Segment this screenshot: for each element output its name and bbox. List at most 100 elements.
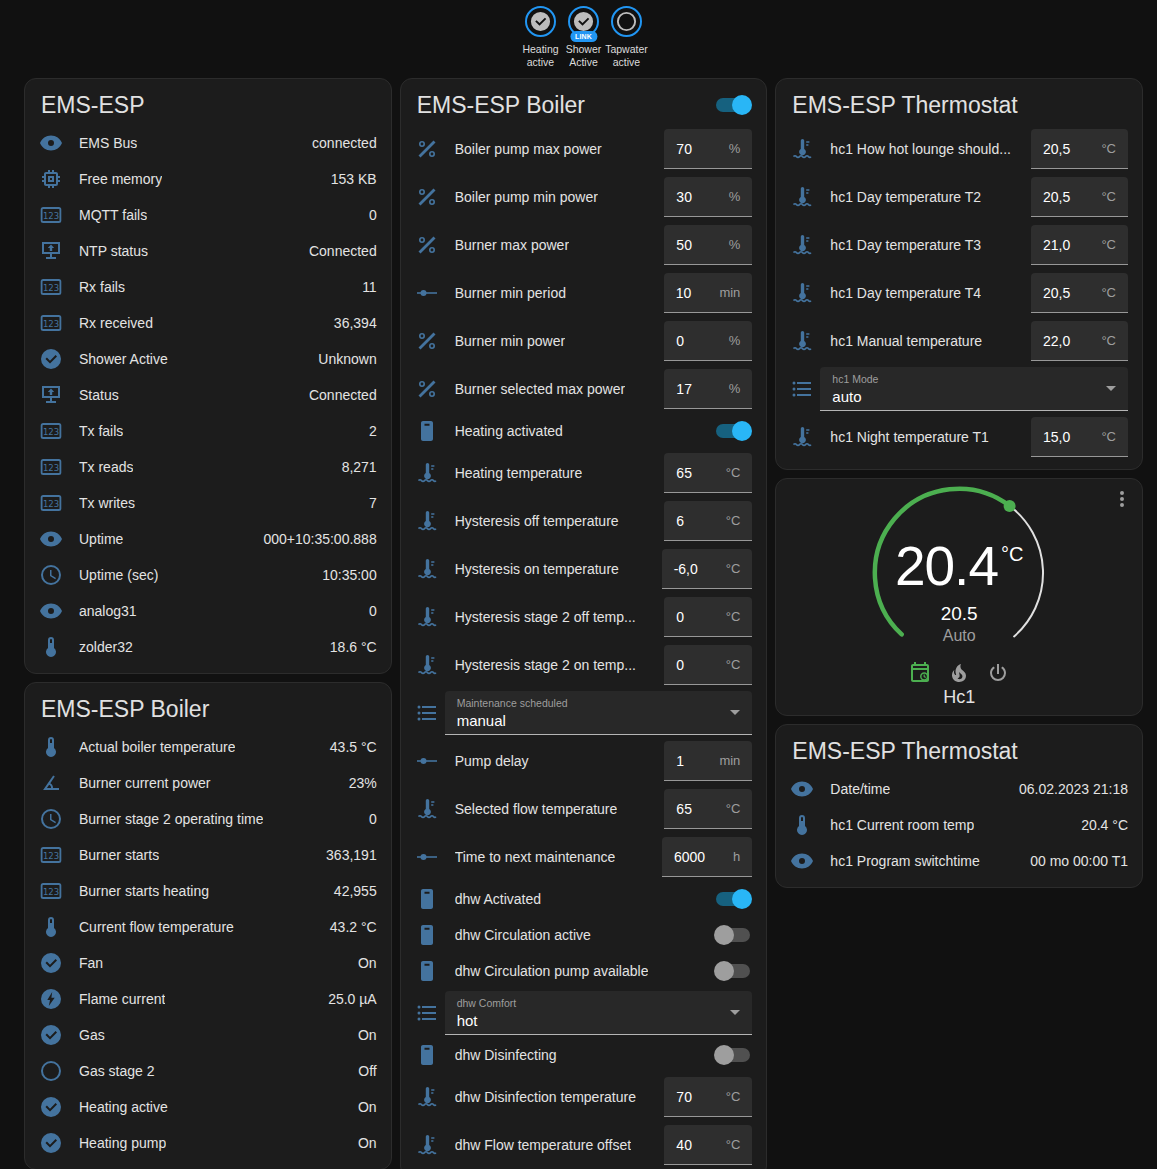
toggle-switch[interactable] [714, 889, 752, 909]
number-input[interactable]: 65°C [664, 453, 752, 493]
entity-row[interactable]: Heating temperature65°C [401, 449, 767, 497]
toggle-switch[interactable] [714, 421, 752, 441]
entity-row[interactable]: analog310 [25, 593, 391, 629]
entity-row[interactable]: dhw Activated [401, 881, 767, 917]
entity-row[interactable]: FanOn [25, 945, 391, 981]
number-input[interactable]: 0°C [664, 645, 752, 685]
entity-row[interactable]: Free memory153 KB [25, 161, 391, 197]
entity-row[interactable]: Selected flow temperature65°C [401, 785, 767, 833]
menu-dots-icon[interactable] [1110, 487, 1134, 511]
entity-row[interactable]: dhw Disinfection temperature70°C [401, 1073, 767, 1121]
entity-row[interactable]: 123Burner starts heating42,955 [25, 873, 391, 909]
entity-row[interactable]: 123MQTT fails0 [25, 197, 391, 233]
entity-row[interactable]: hc1 Program switchtime00 mo 00:00 T1 [776, 843, 1142, 879]
number-input[interactable]: -6,0°C [662, 549, 753, 589]
toggle-switch[interactable] [714, 1045, 752, 1065]
entity-row[interactable]: Shower ActiveUnknown [25, 341, 391, 377]
entity-row[interactable]: EMS Busconnected [25, 125, 391, 161]
entity-row[interactable]: Heating pumpOn [25, 1125, 391, 1161]
entity-row[interactable]: dhw Circulation pump available [401, 953, 767, 989]
entity-row[interactable]: hc1 Manual temperature22,0°C [776, 317, 1142, 365]
entity-row[interactable]: Burner current power23% [25, 765, 391, 801]
entity-row[interactable]: hc1 How hot lounge should...20,5°C [776, 125, 1142, 173]
entity-row[interactable]: hc1 Day temperature T220,5°C [776, 173, 1142, 221]
number-input[interactable]: 22,0°C [1031, 321, 1128, 361]
entity-row[interactable]: Burner max power50% [401, 221, 767, 269]
entity-row[interactable]: StatusConnected [25, 377, 391, 413]
select-input[interactable]: hc1 Modeauto [820, 367, 1128, 411]
entity-row[interactable]: zolder3218.6 °C [25, 629, 391, 665]
entity-row[interactable]: Pump delay1min [401, 737, 767, 785]
entity-row[interactable]: Hysteresis off temperature 6°C [401, 497, 767, 545]
number-input[interactable]: 6000h [662, 837, 752, 877]
entity-row[interactable]: Burner selected max power17% [401, 365, 767, 413]
number-input[interactable]: 15,0°C [1031, 417, 1128, 457]
entity-row[interactable]: dhw Circulation active [401, 917, 767, 953]
number-input[interactable]: 65°C [664, 789, 752, 829]
entity-row[interactable]: GasOn [25, 1017, 391, 1053]
entity-row[interactable]: 123Burner starts363,191 [25, 837, 391, 873]
entity-row[interactable]: Burner min period 10min [401, 269, 767, 317]
toggle-switch[interactable] [714, 925, 752, 945]
entity-row[interactable]: hc1 Day temperature T420,5°C [776, 269, 1142, 317]
number-input[interactable]: 10min [664, 273, 753, 313]
entity-row[interactable]: 123Tx writes7 [25, 485, 391, 521]
entity-row[interactable]: Heating activeOn [25, 1089, 391, 1125]
entity-row[interactable]: Actual boiler temperature43.5 °C [25, 729, 391, 765]
entity-value: Connected [301, 243, 377, 259]
entity-row[interactable]: Burner min power0% [401, 317, 767, 365]
number-input[interactable]: 1min [664, 741, 752, 781]
entity-row[interactable]: Boiler pump min power30% [401, 173, 767, 221]
svg-text:123: 123 [43, 463, 59, 473]
entity-row[interactable]: hc1 Day temperature T321,0°C [776, 221, 1142, 269]
entity-row[interactable]: 123Rx fails11 [25, 269, 391, 305]
badge-circle[interactable]: LINK [568, 6, 599, 37]
number-input[interactable]: 6°C [664, 501, 752, 541]
number-input[interactable]: 50% [664, 225, 752, 265]
entity-row[interactable]: Maintenance scheduledmanual [401, 689, 767, 737]
entity-name: Burner min period [455, 285, 566, 301]
entity-row[interactable]: Hysteresis stage 2 on temp...0°C [401, 641, 767, 689]
number-input[interactable]: 20,5°C [1031, 177, 1128, 217]
entity-row[interactable]: 123Tx reads8,271 [25, 449, 391, 485]
entity-row[interactable]: Burner stage 2 operating time0 [25, 801, 391, 837]
badge-circle[interactable] [611, 6, 642, 37]
number-input[interactable]: 20,5°C [1031, 129, 1128, 169]
number-input[interactable]: 70% [664, 129, 752, 169]
entity-row[interactable]: hc1 Modeauto [776, 365, 1142, 413]
entity-row[interactable]: Time to next maintenance6000h [401, 833, 767, 881]
entity-row[interactable]: dhw Flow temperature offset40°C [401, 1121, 767, 1169]
number-input[interactable]: 30% [664, 177, 752, 217]
entity-row[interactable]: Boiler pump max power70% [401, 125, 767, 173]
entity-row[interactable]: Hysteresis stage 2 off temp...0°C [401, 593, 767, 641]
entity-row[interactable]: Gas stage 2Off [25, 1053, 391, 1089]
entity-row[interactable]: Uptime (sec)10:35:00 [25, 557, 391, 593]
entity-row[interactable]: 123Tx fails2 [25, 413, 391, 449]
entity-row[interactable]: dhw Comforthot [401, 989, 767, 1037]
toggle-switch[interactable] [714, 961, 752, 981]
badge-circle[interactable] [525, 6, 556, 37]
number-input[interactable]: 70°C [664, 1077, 752, 1117]
number-input[interactable]: 0% [664, 321, 752, 361]
badge[interactable]: Tapwateractive [605, 6, 648, 78]
number-input[interactable]: 40°C [664, 1125, 752, 1165]
select-input[interactable]: dhw Comforthot [445, 991, 753, 1035]
entity-row[interactable]: Hysteresis on temperature-6,0°C [401, 545, 767, 593]
entity-row[interactable]: dhw Disinfecting [401, 1037, 767, 1073]
entity-row[interactable]: 123Rx received36,394 [25, 305, 391, 341]
entity-row[interactable]: Heating activated [401, 413, 767, 449]
entity-row[interactable]: hc1 Current room temp20.4 °C [776, 807, 1142, 843]
entity-row[interactable]: hc1 Night temperature T115,0°C [776, 413, 1142, 461]
number-input[interactable]: 17% [664, 369, 752, 409]
entity-row[interactable]: Date/time06.02.2023 21:18 [776, 771, 1142, 807]
entity-name: Hysteresis off temperature [455, 513, 619, 529]
number-input[interactable]: 20,5°C [1031, 273, 1128, 313]
entity-row[interactable]: Uptime000+10:35:00.888 [25, 521, 391, 557]
toggle-switch[interactable] [714, 95, 752, 115]
number-input[interactable]: 0°C [664, 597, 752, 637]
entity-row[interactable]: Flame current25.0 µA [25, 981, 391, 1017]
entity-row[interactable]: Current flow temperature43.2 °C [25, 909, 391, 945]
entity-row[interactable]: NTP statusConnected [25, 233, 391, 269]
number-input[interactable]: 21,0°C [1031, 225, 1128, 265]
select-input[interactable]: Maintenance scheduledmanual [445, 691, 753, 735]
